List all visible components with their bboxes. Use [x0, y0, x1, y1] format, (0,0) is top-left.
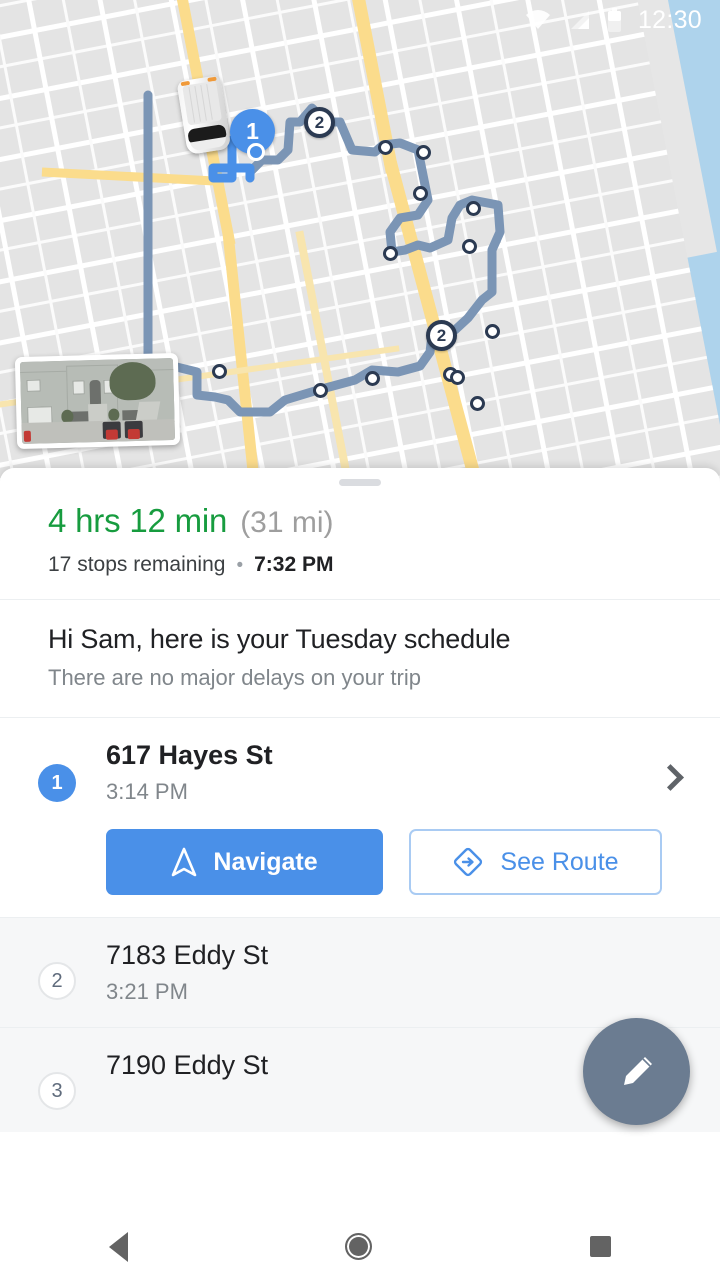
greeting-block: Hi Sam, here is your Tuesday schedule Th…: [0, 600, 720, 717]
status-bar: 12:30: [0, 0, 720, 40]
route-stop-dot[interactable]: [378, 140, 393, 155]
street-view-photo-card[interactable]: [14, 352, 181, 450]
route-stop-dot[interactable]: [313, 383, 328, 398]
navigate-button[interactable]: Navigate: [106, 829, 383, 895]
street-view-photo: [19, 358, 176, 444]
route-stop-dot[interactable]: [416, 145, 431, 160]
drag-handle[interactable]: [339, 479, 381, 486]
wifi-icon: [525, 10, 550, 29]
recents-icon[interactable]: [590, 1236, 612, 1257]
route-stop-dot[interactable]: [466, 201, 481, 216]
see-route-button[interactable]: See Route: [409, 829, 662, 895]
trip-summary-stops-row: 17 stops remaining • 7:32 PM: [48, 553, 672, 577]
route-stop-dot[interactable]: [413, 186, 428, 201]
stop-details: 7183 Eddy St 3:21 PM: [76, 940, 694, 1005]
map-canvas[interactable]: 1 2 2: [0, 0, 720, 478]
pencil-edit-icon: [623, 1056, 652, 1085]
trip-summary: 4 hrs 12 min (31 mi) 17 stops remaining …: [0, 486, 720, 599]
trip-summary-eta-row: 4 hrs 12 min (31 mi): [48, 502, 672, 540]
navigation-arrow-icon: [172, 847, 197, 877]
stop-details: 617 Hayes St 3:14 PM Navigate See Route: [76, 740, 694, 895]
stop-badge-3: 3: [38, 1072, 76, 1110]
route-stop-dot[interactable]: [212, 364, 227, 379]
route-stop-dot[interactable]: [462, 239, 477, 254]
stop-time: 3:14 PM: [106, 779, 188, 804]
eta-duration: 4 hrs 12 min: [48, 502, 228, 539]
map-marker-stop-2-alt[interactable]: 2: [426, 320, 457, 351]
see-route-label: See Route: [500, 847, 619, 876]
bottom-sheet[interactable]: 4 hrs 12 min (31 mi) 17 stops remaining …: [0, 468, 720, 1213]
arrival-time: 7:32 PM: [254, 553, 334, 576]
battery-icon: [607, 7, 621, 32]
stop-badge-1: 1: [38, 764, 76, 802]
stop-action-row: Navigate See Route: [106, 829, 694, 895]
edit-fab-button[interactable]: [583, 1018, 690, 1125]
home-icon[interactable]: [345, 1233, 373, 1260]
back-icon[interactable]: [108, 1231, 128, 1262]
route-stop-dot[interactable]: [450, 370, 465, 385]
route-diamond-icon: [454, 847, 483, 877]
stop-time: 3:21 PM: [106, 979, 188, 1004]
cell-signal-icon: [570, 11, 589, 29]
route-stop-dot[interactable]: [470, 396, 485, 411]
map-marker-stop-2[interactable]: 2: [304, 107, 335, 138]
greeting-title: Hi Sam, here is your Tuesday schedule: [48, 624, 511, 654]
stop-address: 7183 Eddy St: [106, 940, 269, 970]
greeting-subtitle: There are no major delays on your trip: [48, 665, 421, 690]
route-stop-dot[interactable]: [485, 324, 500, 339]
route-stop-dot[interactable]: [383, 246, 398, 261]
stop-badge-2: 2: [38, 962, 76, 1000]
stop-row-active[interactable]: 1 617 Hayes St 3:14 PM Navigate See Rout…: [0, 718, 720, 917]
eta-distance: (31 mi): [240, 506, 334, 539]
route-stop-dot[interactable]: [365, 371, 380, 386]
separator-dot: •: [236, 554, 244, 576]
stop-address: 617 Hayes St: [106, 740, 273, 770]
stops-remaining-label: 17 stops remaining: [48, 553, 226, 576]
chevron-right-icon: [657, 764, 684, 791]
navigate-label: Navigate: [213, 847, 318, 876]
status-clock: 12:30: [637, 5, 702, 34]
android-nav-bar: [0, 1213, 720, 1280]
stop-row[interactable]: 2 7183 Eddy St 3:21 PM: [0, 918, 720, 1027]
map-marker-stop-1[interactable]: 1: [230, 109, 275, 161]
stop-chevron[interactable]: [657, 764, 684, 791]
